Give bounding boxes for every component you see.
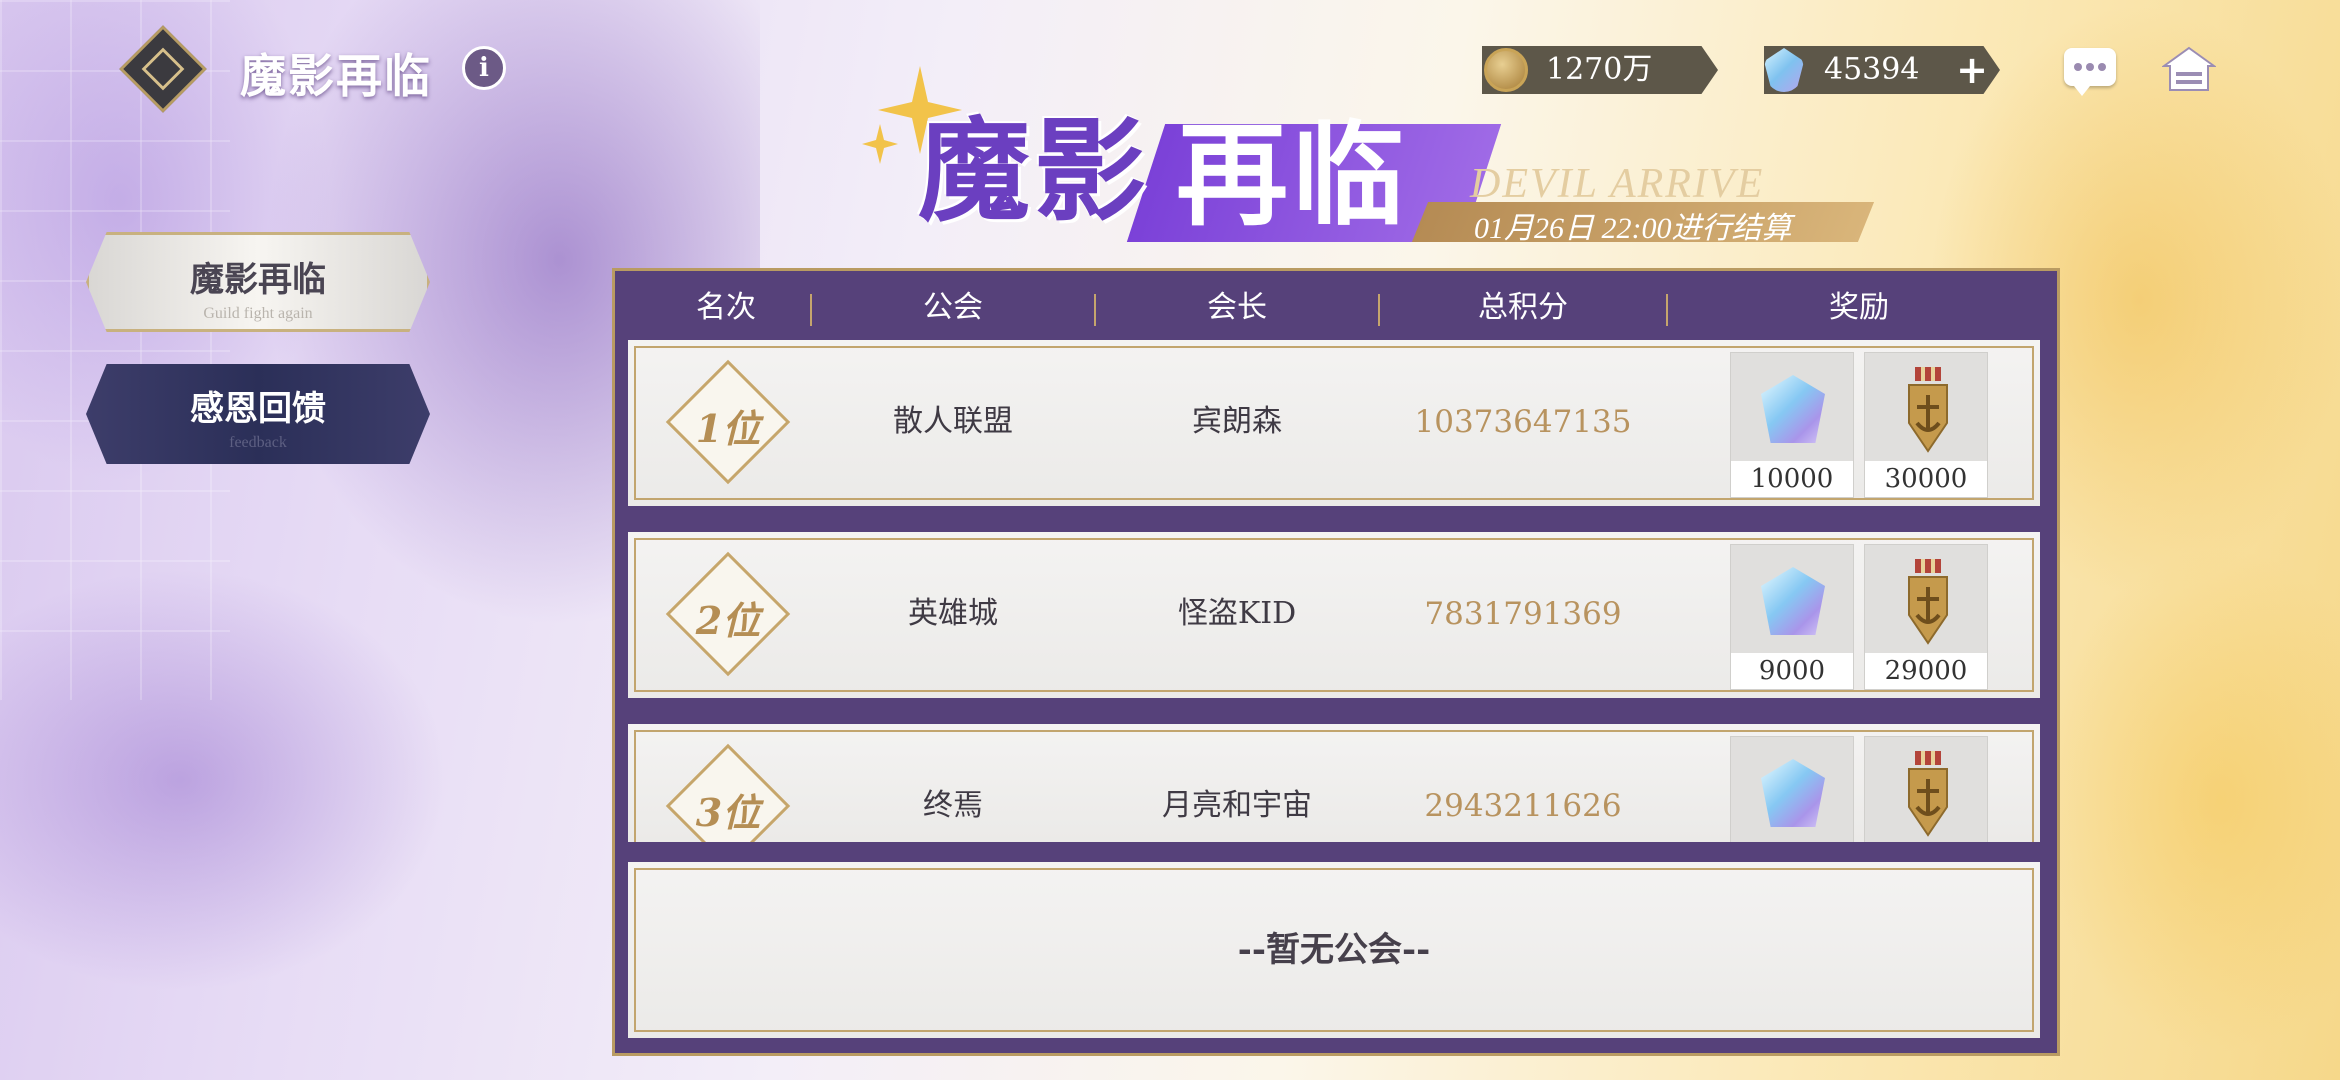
reward-medal[interactable]: 30000 — [1864, 352, 1988, 498]
background-grid-decoration — [0, 0, 230, 700]
chat-icon[interactable] — [2064, 48, 2116, 96]
total-score: 10373647135 — [1414, 404, 1632, 440]
side-tab-feedback[interactable]: 感恩回馈 feedback — [86, 364, 430, 464]
banner-title-left: 魔影 — [918, 106, 1150, 237]
column-header-rank: 名次 — [696, 290, 756, 325]
reward-count: 29000 — [1865, 653, 1987, 689]
medal-icon — [1903, 367, 1953, 453]
guild-name: 散人联盟 — [893, 404, 1013, 439]
reward-gem[interactable] — [1730, 736, 1854, 842]
no-guild-text: --暂无公会-- — [1237, 930, 1431, 970]
gem-amount: 45394 — [1824, 52, 1920, 87]
rank-badge: 3位 — [665, 743, 791, 842]
leader-name: 怪盗KID — [1177, 596, 1297, 631]
reward-gem[interactable]: 9000 — [1730, 544, 1854, 690]
own-guild-row: --暂无公会-- — [628, 862, 2040, 1038]
gem-icon — [1761, 759, 1825, 827]
rank-label: 3位 — [695, 790, 761, 835]
table-row: 1位 散人联盟 宾朗森 10373647135 10000 30000 — [628, 340, 2040, 506]
side-tab-label: 魔影再临 — [190, 260, 326, 300]
side-tab-sub: Guild fight again — [203, 305, 313, 322]
side-tab-label: 感恩回馈 — [190, 389, 326, 429]
reward-gem[interactable]: 10000 — [1730, 352, 1854, 498]
reward-count: 9000 — [1731, 653, 1853, 689]
gold-amount: 1270万 — [1546, 52, 1653, 87]
banner-title-right: 再临 — [1176, 110, 1408, 241]
table-row: 3位 终焉 月亮和宇宙 2943211626 — [628, 724, 2040, 842]
page-title: 魔影再临 — [240, 49, 432, 103]
rank-label: 1位 — [695, 406, 761, 451]
info-button[interactable]: i — [462, 46, 506, 90]
reward-count: 30000 — [1865, 461, 1987, 497]
column-header-score: 总积分 — [1478, 290, 1568, 325]
home-icon[interactable] — [2160, 44, 2218, 94]
settlement-time: 01月26日 22:00进行结算 — [1474, 212, 1792, 245]
total-score: 2943211626 — [1424, 788, 1622, 824]
add-gems-button[interactable]: + — [1954, 51, 1990, 89]
column-header-guild: 公会 — [923, 290, 983, 325]
column-header-leader: 会长 — [1207, 290, 1267, 325]
coin-icon — [1484, 48, 1528, 92]
guild-name: 终焉 — [923, 788, 983, 823]
leader-name: 宾朗森 — [1192, 404, 1282, 439]
reward-medal[interactable]: 29000 — [1864, 544, 1988, 690]
side-tab-devil-arrive[interactable]: 魔影再临 Guild fight again — [86, 232, 430, 332]
gem-icon — [1761, 567, 1825, 635]
total-score: 7831791369 — [1424, 596, 1622, 632]
medal-icon — [1903, 559, 1953, 645]
medal-icon — [1903, 751, 1953, 837]
rank-label: 2位 — [695, 598, 761, 643]
rank-badge: 2位 — [665, 551, 791, 677]
side-tab-sub: feedback — [229, 434, 287, 451]
guild-name: 英雄城 — [908, 596, 998, 631]
leader-name: 月亮和宇宙 — [1162, 788, 1312, 823]
column-header-reward: 奖励 — [1829, 290, 1889, 325]
gem-icon — [1761, 375, 1825, 443]
table-row: 2位 英雄城 怪盗KID 7831791369 9000 29000 — [628, 532, 2040, 698]
reward-medal[interactable] — [1864, 736, 1988, 842]
reward-count: 10000 — [1731, 461, 1853, 497]
banner-english-title: DEVIL ARRIVE — [1470, 161, 1765, 207]
rank-badge: 1位 — [665, 359, 791, 485]
